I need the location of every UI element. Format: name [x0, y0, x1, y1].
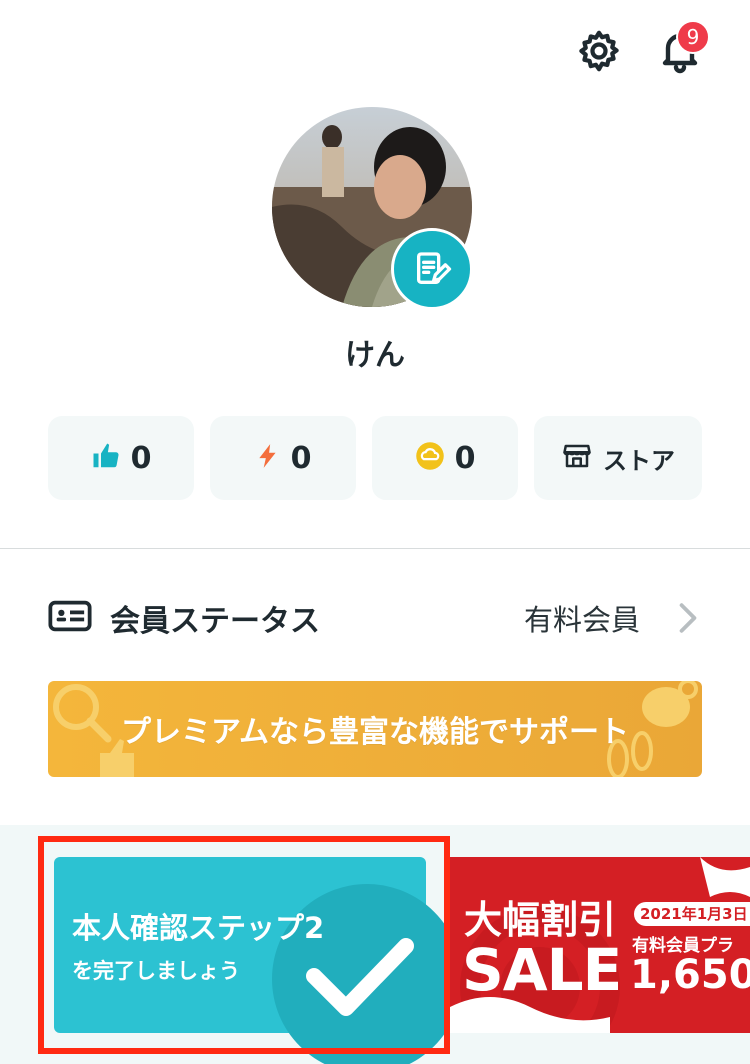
chevron-right-icon: [678, 602, 698, 638]
boost-count: 0: [290, 440, 312, 476]
membership-label: 会員ステータス: [110, 604, 320, 639]
edit-profile-button[interactable]: [391, 228, 473, 310]
edit-profile-icon: [417, 252, 452, 284]
premium-banner-text: プレミアムなら豊富な機能でサポート: [121, 715, 629, 750]
likes-count: 0: [130, 440, 152, 476]
boost-stat[interactable]: 0: [210, 416, 356, 500]
sale-date: 2021年1月3日ま: [634, 902, 750, 926]
store-label: ストア: [603, 446, 675, 475]
highlight-outline: [38, 836, 450, 1054]
coin-icon: [415, 441, 445, 475]
username: けん: [345, 338, 405, 373]
store-icon: [561, 441, 593, 475]
notification-badge: 9: [676, 20, 710, 54]
id-card-icon: [48, 600, 92, 636]
likes-stat[interactable]: 0: [48, 416, 194, 500]
coin-count: 0: [454, 440, 476, 476]
store-button[interactable]: ストア: [534, 416, 702, 500]
membership-value: 有料会員: [523, 603, 640, 637]
premium-banner[interactable]: プレミアムなら豊富な機能でサポート: [48, 681, 702, 777]
sale-big-text: SALE: [462, 936, 622, 1004]
sale-price: 1,650: [630, 952, 750, 998]
coin-stat[interactable]: 0: [372, 416, 518, 500]
lightning-icon: [255, 440, 281, 476]
top-bar: 9: [0, 0, 750, 100]
thumbs-up-icon: [91, 441, 121, 475]
gear-icon[interactable]: [576, 28, 622, 74]
membership-status-row[interactable]: 会員ステータス 有料会員: [48, 590, 702, 646]
divider: [0, 548, 750, 549]
